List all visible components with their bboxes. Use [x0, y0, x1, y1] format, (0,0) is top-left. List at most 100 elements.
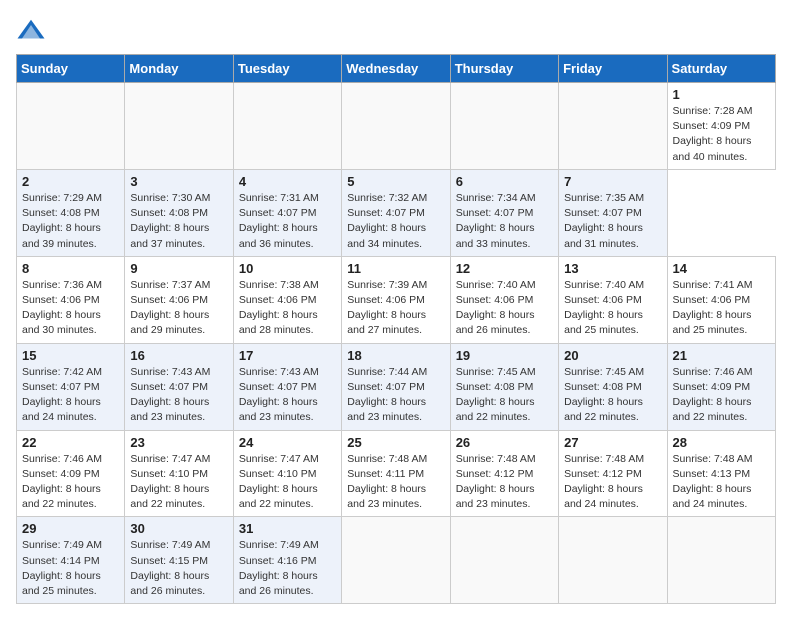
calendar-cell: 9 Sunrise: 7:37 AMSunset: 4:06 PMDaylight…: [125, 256, 233, 343]
calendar-cell: 28 Sunrise: 7:48 AMSunset: 4:13 PMDayligh…: [667, 430, 775, 517]
calendar-cell: 22 Sunrise: 7:46 AMSunset: 4:09 PMDayligh…: [17, 430, 125, 517]
day-info: Sunrise: 7:45 AMSunset: 4:08 PMDaylight:…: [456, 365, 553, 426]
day-info: Sunrise: 7:38 AMSunset: 4:06 PMDaylight:…: [239, 278, 336, 339]
calendar-cell: 25 Sunrise: 7:48 AMSunset: 4:11 PMDayligh…: [342, 430, 450, 517]
day-number: 13: [564, 261, 661, 276]
day-number: 8: [22, 261, 119, 276]
calendar-cell: 23Sunrise: 7:47 AMSunset: 4:10 PMDayligh…: [125, 430, 233, 517]
calendar-header-row: SundayMondayTuesdayWednesdayThursdayFrid…: [17, 55, 776, 83]
day-info: Sunrise: 7:46 AMSunset: 4:09 PMDaylight:…: [22, 452, 119, 513]
day-info: Sunrise: 7:34 AMSunset: 4:07 PMDaylight:…: [456, 191, 553, 252]
calendar-cell: [559, 83, 667, 170]
calendar-header-monday: Monday: [125, 55, 233, 83]
calendar-cell: 24 Sunrise: 7:47 AMSunset: 4:10 PMDayligh…: [233, 430, 341, 517]
day-number: 22: [22, 435, 119, 450]
day-number: 20: [564, 348, 661, 363]
day-info: Sunrise: 7:43 AMSunset: 4:07 PMDaylight:…: [130, 365, 227, 426]
day-info: Sunrise: 7:44 AMSunset: 4:07 PMDaylight:…: [347, 365, 444, 426]
day-info: Sunrise: 7:49 AMSunset: 4:16 PMDaylight:…: [239, 538, 336, 599]
calendar-cell: [559, 517, 667, 604]
day-number: 12: [456, 261, 553, 276]
calendar-cell: [667, 517, 775, 604]
calendar-cell: [342, 83, 450, 170]
calendar-cell: 15 Sunrise: 7:42 AMSunset: 4:07 PMDayligh…: [17, 343, 125, 430]
day-info: Sunrise: 7:48 AMSunset: 4:12 PMDaylight:…: [564, 452, 661, 513]
day-info: Sunrise: 7:47 AMSunset: 4:10 PMDaylight:…: [239, 452, 336, 513]
calendar-cell: 13 Sunrise: 7:40 AMSunset: 4:06 PMDayligh…: [559, 256, 667, 343]
day-number: 18: [347, 348, 444, 363]
day-info: Sunrise: 7:36 AMSunset: 4:06 PMDaylight:…: [22, 278, 119, 339]
day-number: 29: [22, 521, 119, 536]
day-info: Sunrise: 7:41 AMSunset: 4:06 PMDaylight:…: [673, 278, 770, 339]
day-number: 14: [673, 261, 770, 276]
calendar-cell: 19 Sunrise: 7:45 AMSunset: 4:08 PMDayligh…: [450, 343, 558, 430]
calendar-cell: 17 Sunrise: 7:43 AMSunset: 4:07 PMDayligh…: [233, 343, 341, 430]
calendar-week-row: 15 Sunrise: 7:42 AMSunset: 4:07 PMDayligh…: [17, 343, 776, 430]
calendar-cell: [450, 517, 558, 604]
day-number: 19: [456, 348, 553, 363]
day-number: 28: [673, 435, 770, 450]
calendar-week-row: 2 Sunrise: 7:29 AMSunset: 4:08 PMDaylight…: [17, 169, 776, 256]
day-number: 21: [673, 348, 770, 363]
day-info: Sunrise: 7:47 AMSunset: 4:10 PMDaylight:…: [130, 452, 227, 513]
calendar-cell: 12 Sunrise: 7:40 AMSunset: 4:06 PMDayligh…: [450, 256, 558, 343]
day-number: 1: [673, 87, 770, 102]
day-number: 26: [456, 435, 553, 450]
calendar-cell: 8 Sunrise: 7:36 AMSunset: 4:06 PMDaylight…: [17, 256, 125, 343]
calendar-header-sunday: Sunday: [17, 55, 125, 83]
day-number: 30: [130, 521, 227, 536]
day-info: Sunrise: 7:45 AMSunset: 4:08 PMDaylight:…: [564, 365, 661, 426]
day-number: 6: [456, 174, 553, 189]
day-number: 4: [239, 174, 336, 189]
day-number: 15: [22, 348, 119, 363]
day-info: Sunrise: 7:37 AMSunset: 4:06 PMDaylight:…: [130, 278, 227, 339]
day-number: 24: [239, 435, 336, 450]
calendar-cell: 20 Sunrise: 7:45 AMSunset: 4:08 PMDayligh…: [559, 343, 667, 430]
day-info: Sunrise: 7:46 AMSunset: 4:09 PMDaylight:…: [673, 365, 770, 426]
page-header: [16, 16, 776, 46]
calendar-cell: 14 Sunrise: 7:41 AMSunset: 4:06 PMDayligh…: [667, 256, 775, 343]
calendar-cell: 16 Sunrise: 7:43 AMSunset: 4:07 PMDayligh…: [125, 343, 233, 430]
day-info: Sunrise: 7:42 AMSunset: 4:07 PMDaylight:…: [22, 365, 119, 426]
day-number: 3: [130, 174, 227, 189]
day-number: 16: [130, 348, 227, 363]
day-info: Sunrise: 7:40 AMSunset: 4:06 PMDaylight:…: [564, 278, 661, 339]
calendar-cell: 18 Sunrise: 7:44 AMSunset: 4:07 PMDayligh…: [342, 343, 450, 430]
day-info: Sunrise: 7:32 AMSunset: 4:07 PMDaylight:…: [347, 191, 444, 252]
calendar-cell: 27 Sunrise: 7:48 AMSunset: 4:12 PMDayligh…: [559, 430, 667, 517]
calendar-cell: 4 Sunrise: 7:31 AMSunset: 4:07 PMDaylight…: [233, 169, 341, 256]
day-number: 17: [239, 348, 336, 363]
calendar-cell: 30Sunrise: 7:49 AMSunset: 4:15 PMDayligh…: [125, 517, 233, 604]
day-number: 10: [239, 261, 336, 276]
day-info: Sunrise: 7:29 AMSunset: 4:08 PMDaylight:…: [22, 191, 119, 252]
day-info: Sunrise: 7:43 AMSunset: 4:07 PMDaylight:…: [239, 365, 336, 426]
day-info: Sunrise: 7:48 AMSunset: 4:13 PMDaylight:…: [673, 452, 770, 513]
calendar-table: SundayMondayTuesdayWednesdayThursdayFrid…: [16, 54, 776, 604]
day-number: 2: [22, 174, 119, 189]
calendar-week-row: 22 Sunrise: 7:46 AMSunset: 4:09 PMDayligh…: [17, 430, 776, 517]
calendar-cell: [17, 83, 125, 170]
day-info: Sunrise: 7:40 AMSunset: 4:06 PMDaylight:…: [456, 278, 553, 339]
calendar-cell: 3 Sunrise: 7:30 AMSunset: 4:08 PMDaylight…: [125, 169, 233, 256]
calendar-cell: 7Sunrise: 7:35 AMSunset: 4:07 PMDaylight…: [559, 169, 667, 256]
calendar-cell: 29 Sunrise: 7:49 AMSunset: 4:14 PMDayligh…: [17, 517, 125, 604]
day-number: 31: [239, 521, 336, 536]
calendar-header-tuesday: Tuesday: [233, 55, 341, 83]
day-info: Sunrise: 7:30 AMSunset: 4:08 PMDaylight:…: [130, 191, 227, 252]
calendar-cell: 26Sunrise: 7:48 AMSunset: 4:12 PMDayligh…: [450, 430, 558, 517]
day-info: Sunrise: 7:31 AMSunset: 4:07 PMDaylight:…: [239, 191, 336, 252]
calendar-cell: 11Sunrise: 7:39 AMSunset: 4:06 PMDayligh…: [342, 256, 450, 343]
calendar-cell: [342, 517, 450, 604]
calendar-cell: 6 Sunrise: 7:34 AMSunset: 4:07 PMDaylight…: [450, 169, 558, 256]
day-info: Sunrise: 7:48 AMSunset: 4:11 PMDaylight:…: [347, 452, 444, 513]
day-number: 25: [347, 435, 444, 450]
calendar-cell: [125, 83, 233, 170]
day-number: 9: [130, 261, 227, 276]
calendar-cell: [450, 83, 558, 170]
day-number: 7: [564, 174, 661, 189]
calendar-cell: 1Sunrise: 7:28 AMSunset: 4:09 PMDaylight…: [667, 83, 775, 170]
day-number: 11: [347, 261, 444, 276]
day-info: Sunrise: 7:49 AMSunset: 4:14 PMDaylight:…: [22, 538, 119, 599]
logo-icon: [16, 16, 46, 46]
day-number: 27: [564, 435, 661, 450]
